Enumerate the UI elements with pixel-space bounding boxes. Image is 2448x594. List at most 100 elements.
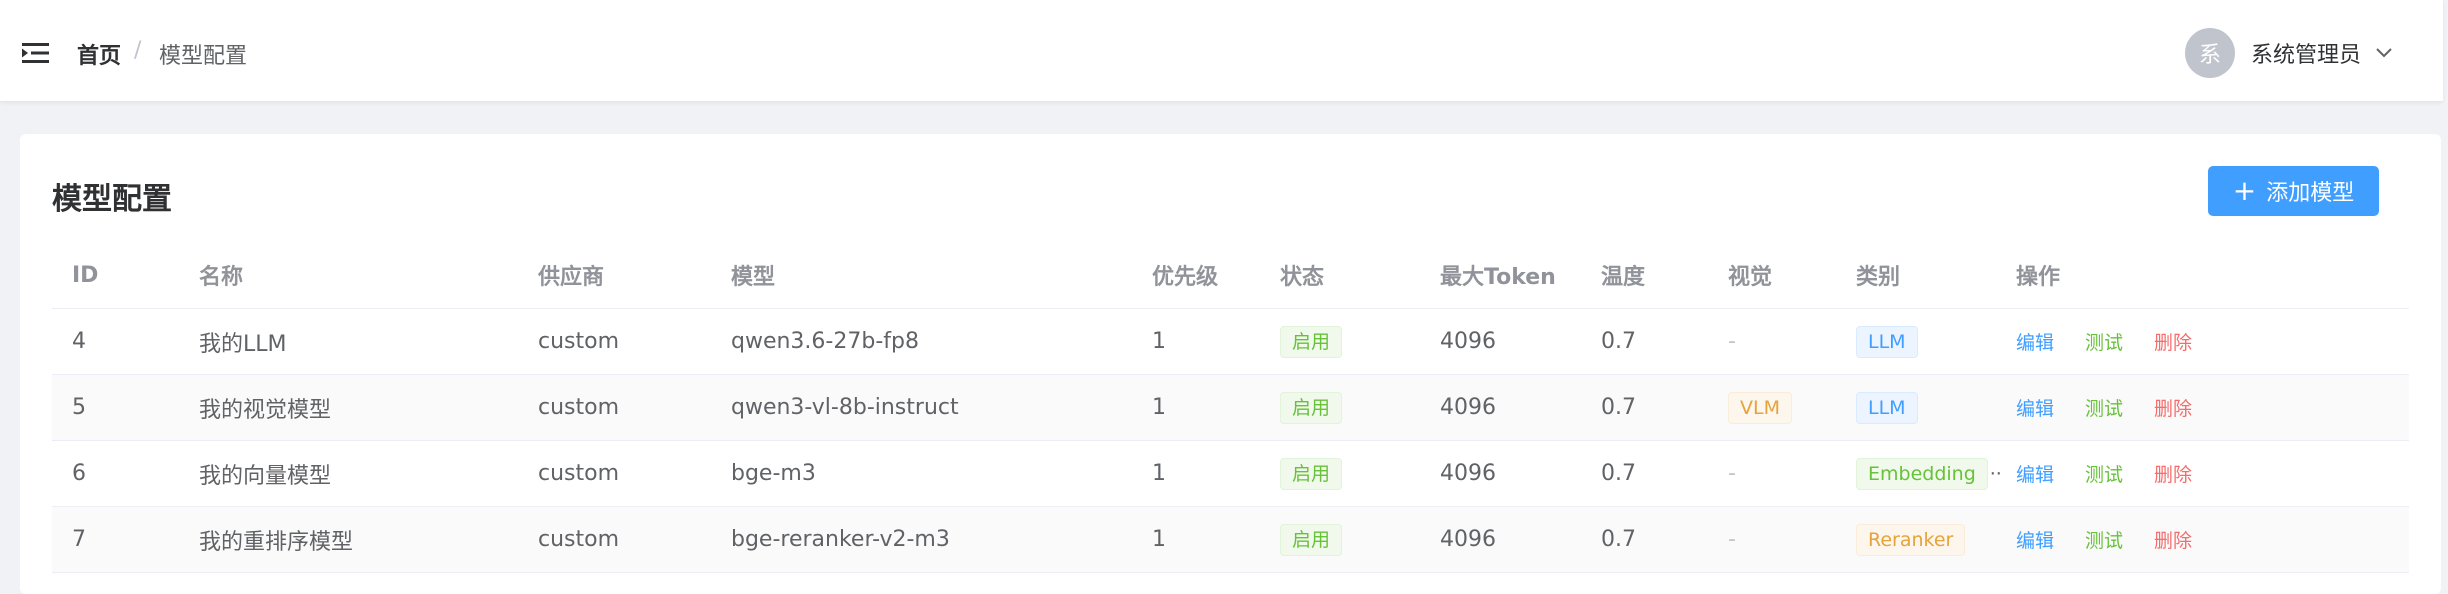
cell-vision: - (1708, 440, 1836, 507)
test-button[interactable]: 测试 (2085, 332, 2123, 354)
status-badge: 启用 (1280, 325, 1343, 358)
plus-icon: + (2232, 174, 2257, 207)
model-config-card: 模型配置 + 添加模型 ID 名称 供应商 模型 优先级 状态 最大Token … (20, 134, 2441, 594)
column-header-id: ID (52, 242, 179, 309)
status-badge: 启用 (1280, 457, 1343, 490)
cell-temperature: 0.7 (1581, 374, 1708, 441)
table-row: 5 我的视觉模型 custom qwen3-vl-8b-instruct 1 启… (52, 374, 2409, 441)
cell-model: bge-reranker-v2-m3 (711, 506, 1132, 573)
status-badge: 启用 (1280, 523, 1343, 556)
cell-priority: 1 (1132, 374, 1260, 441)
user-menu[interactable]: 系 系统管理员 (2185, 28, 2393, 78)
top-navbar: 首页 / 模型配置 系 系统管理员 (0, 0, 2443, 102)
cell-status: 启用 (1260, 440, 1420, 507)
cell-status: 启用 (1260, 374, 1420, 441)
add-model-label: 添加模型 (2266, 181, 2355, 206)
category-badge: LLM (1856, 391, 1918, 424)
status-badge: 启用 (1280, 391, 1343, 424)
cell-model: qwen3.6-27b-fp8 (711, 308, 1132, 375)
cell-provider: custom (518, 308, 711, 375)
cell-max-token: 4096 (1420, 440, 1581, 507)
column-header-priority: 优先级 (1132, 242, 1260, 309)
column-header-provider: 供应商 (518, 242, 711, 309)
cell-model: bge-m3 (711, 440, 1132, 507)
cell-actions: 编辑 测试 删除 (1996, 440, 2409, 507)
avatar: 系 (2185, 28, 2235, 78)
column-header-status: 状态 (1260, 242, 1420, 309)
cell-category: LLM (1836, 308, 1996, 375)
cell-name: 我的LLM (179, 308, 518, 375)
vision-empty: - (1728, 461, 1736, 486)
cell-status: 启用 (1260, 308, 1420, 375)
edit-button[interactable]: 编辑 (2016, 398, 2054, 420)
delete-button[interactable]: 删除 (2154, 332, 2192, 354)
delete-button[interactable]: 删除 (2154, 398, 2192, 420)
menu-fold-icon[interactable] (22, 42, 49, 64)
chevron-down-icon (2376, 48, 2392, 58)
column-header-temperature: 温度 (1581, 242, 1708, 309)
cell-provider: custom (518, 440, 711, 507)
cell-vision: - (1708, 506, 1836, 573)
cell-provider: custom (518, 374, 711, 441)
cell-id: 7 (52, 506, 179, 573)
cell-temperature: 0.7 (1581, 506, 1708, 573)
table-header-row: ID 名称 供应商 模型 优先级 状态 最大Token 温度 视觉 类别 操作 (52, 242, 2409, 309)
cell-temperature: 0.7 (1581, 440, 1708, 507)
cell-max-token: 4096 (1420, 374, 1581, 441)
edit-button[interactable]: 编辑 (2016, 530, 2054, 552)
table-row: 7 我的重排序模型 custom bge-reranker-v2-m3 1 启用… (52, 506, 2409, 573)
category-badge: Embedding (1856, 457, 1988, 490)
column-header-category: 类别 (1836, 242, 1996, 309)
vision-empty: - (1728, 527, 1736, 552)
column-header-name: 名称 (179, 242, 518, 309)
cell-id: 4 (52, 308, 179, 375)
table-row: 6 我的向量模型 custom bge-m3 1 启用 4096 0.7 - E… (52, 440, 2409, 507)
cell-category: Embedding ·· (1836, 440, 2002, 507)
cell-name: 我的向量模型 (179, 440, 518, 507)
cell-id: 5 (52, 374, 179, 441)
column-header-actions: 操作 (1996, 242, 2409, 309)
table-row: 4 我的LLM custom qwen3.6-27b-fp8 1 启用 4096… (52, 308, 2409, 375)
vision-badge: VLM (1728, 391, 1792, 424)
category-badge: Reranker (1856, 523, 1966, 556)
breadcrumb-separator: / (134, 38, 142, 63)
column-header-max-token: 最大Token (1420, 242, 1581, 309)
cell-provider: custom (518, 506, 711, 573)
breadcrumb-home[interactable]: 首页 (77, 38, 121, 70)
cell-actions: 编辑 测试 删除 (1996, 374, 2409, 441)
model-table: ID 名称 供应商 模型 优先级 状态 最大Token 温度 视觉 类别 操作 … (52, 242, 2409, 573)
test-button[interactable]: 测试 (2085, 398, 2123, 420)
delete-button[interactable]: 删除 (2154, 530, 2192, 552)
column-header-vision: 视觉 (1708, 242, 1836, 309)
category-badge: LLM (1856, 325, 1918, 358)
cell-priority: 1 (1132, 440, 1260, 507)
cell-name: 我的视觉模型 (179, 374, 518, 441)
edit-button[interactable]: 编辑 (2016, 464, 2054, 486)
test-button[interactable]: 测试 (2085, 530, 2123, 552)
cell-category: LLM (1836, 374, 1996, 441)
cell-priority: 1 (1132, 506, 1260, 573)
user-name: 系统管理员 (2251, 43, 2362, 68)
cell-priority: 1 (1132, 308, 1260, 375)
cell-max-token: 4096 (1420, 308, 1581, 375)
page-title: 模型配置 (52, 182, 172, 217)
breadcrumb-current: 模型配置 (159, 44, 248, 69)
cell-temperature: 0.7 (1581, 308, 1708, 375)
cell-vision: - (1708, 308, 1836, 375)
column-header-model: 模型 (711, 242, 1132, 309)
cell-status: 启用 (1260, 506, 1420, 573)
cell-actions: 编辑 测试 删除 (1996, 506, 2409, 573)
category-overflow-ellipsis: ·· (1989, 462, 2002, 485)
cell-id: 6 (52, 440, 179, 507)
vision-empty: - (1728, 329, 1736, 354)
cell-max-token: 4096 (1420, 506, 1581, 573)
cell-name: 我的重排序模型 (179, 506, 518, 573)
cell-category: Reranker (1836, 506, 1996, 573)
cell-vision: VLM (1708, 374, 1836, 441)
edit-button[interactable]: 编辑 (2016, 332, 2054, 354)
cell-actions: 编辑 测试 删除 (1996, 308, 2409, 375)
test-button[interactable]: 测试 (2085, 464, 2123, 486)
add-model-button[interactable]: + 添加模型 (2208, 166, 2379, 216)
cell-model: qwen3-vl-8b-instruct (711, 374, 1132, 441)
delete-button[interactable]: 删除 (2154, 464, 2192, 486)
